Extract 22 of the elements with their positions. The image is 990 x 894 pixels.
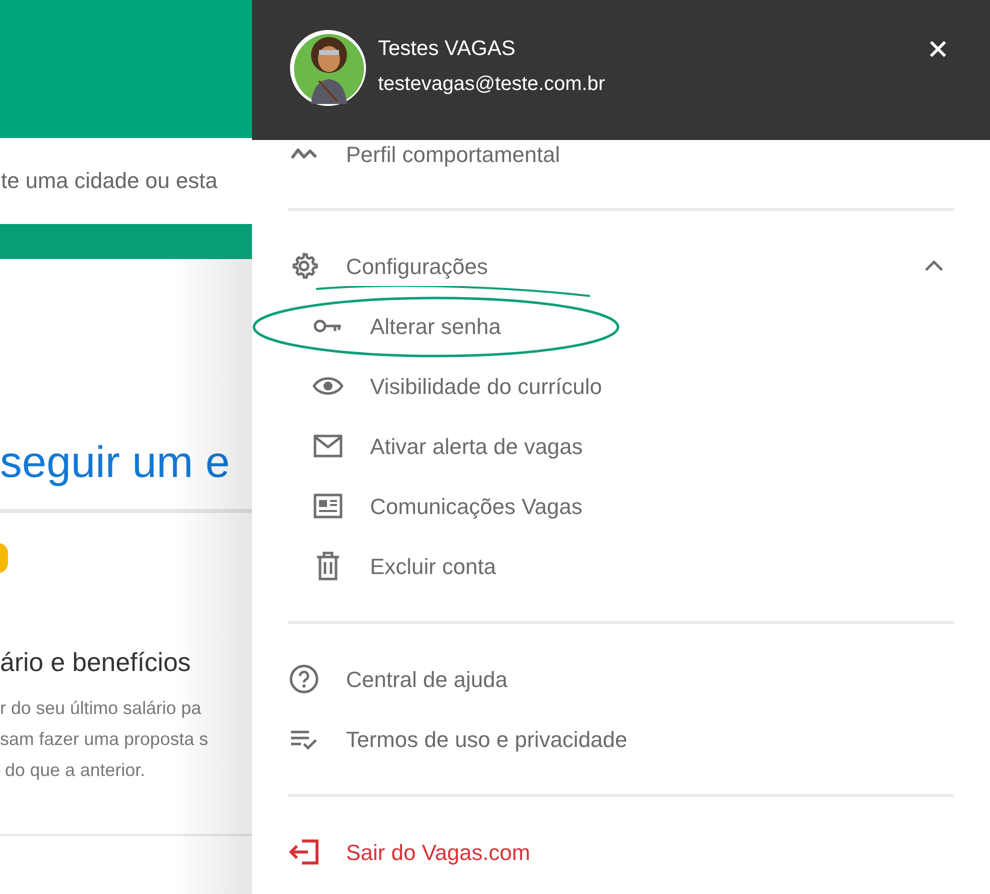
menu-group-toggle[interactable]: Configurações <box>346 250 488 282</box>
menu-link[interactable]: Termos de uso e privacidade <box>346 722 628 756</box>
menu-link[interactable]: Ativar alerta de vagas <box>370 430 583 462</box>
newspaper-icon <box>312 493 344 519</box>
help-icon <box>288 664 320 694</box>
user-email: testevagas@teste.com.br <box>378 72 606 97</box>
menu-link[interactable]: Comunicações Vagas <box>370 490 582 522</box>
card-title: ário e benefícios <box>0 646 192 679</box>
menu-link[interactable]: Excluir conta <box>370 550 496 582</box>
envelope-icon <box>312 434 344 458</box>
card-description: r do seu último salário pa sam fazer uma proposta s do que a anterior. <box>0 697 210 782</box>
menu-link[interactable]: Central de ajuda <box>346 662 508 696</box>
logout-icon <box>288 837 320 867</box>
eye-icon <box>312 375 344 397</box>
menu-link[interactable]: Alterar senha <box>370 310 501 342</box>
chart-line-icon <box>288 146 320 162</box>
menu-link[interactable]: Sair do Vagas.com <box>346 836 530 868</box>
key-icon <box>312 318 344 334</box>
menu-link[interactable]: Perfil comportamental <box>346 138 560 170</box>
page-heading: seguir um e <box>0 437 231 489</box>
user-name: Testes VAGAS <box>378 36 516 62</box>
menu-link[interactable]: Visibilidade do currículo <box>370 370 602 402</box>
